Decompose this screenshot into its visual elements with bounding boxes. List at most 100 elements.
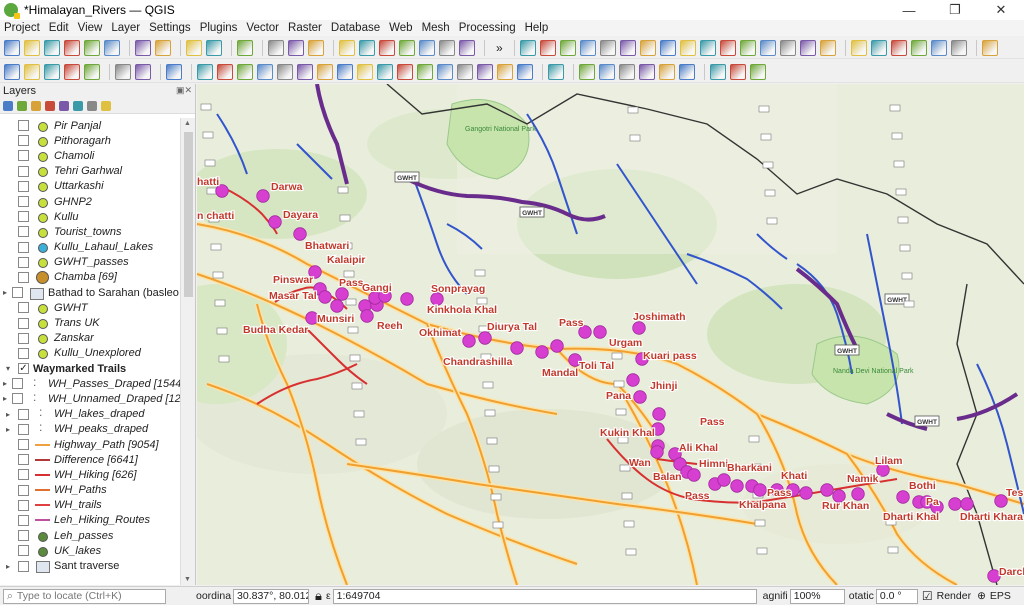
zoom-last-icon[interactable]	[679, 39, 696, 56]
collapse-all-icon[interactable]	[87, 100, 97, 111]
expand-arrow-icon[interactable]: ▸	[3, 562, 13, 571]
layer-visibility-checkbox[interactable]	[18, 271, 29, 283]
new-map-view-icon[interactable]	[719, 39, 736, 56]
table-icon[interactable]	[84, 63, 100, 80]
place-pin-marker[interactable]	[960, 497, 974, 511]
expand-arrow-icon[interactable]: ▸	[3, 288, 7, 297]
layer-visibility-checkbox[interactable]	[18, 499, 29, 511]
place-pin-marker[interactable]	[293, 227, 307, 241]
layer-visibility-checkbox[interactable]	[18, 165, 29, 177]
crs-label[interactable]: EPS	[990, 590, 1011, 602]
layer-row[interactable]: Kullu_Unexplored	[0, 346, 180, 361]
show-label-icon[interactable]	[950, 39, 967, 56]
menu-mesh[interactable]: Mesh	[422, 22, 450, 34]
place-pin-marker[interactable]	[632, 321, 646, 335]
layer-row[interactable]: Chamba [69]	[0, 270, 180, 285]
layer-row[interactable]: ▸ WH_Unnamed_Draped [124	[0, 390, 180, 406]
layer-visibility-checkbox[interactable]	[18, 454, 29, 466]
menu-settings[interactable]: Settings	[149, 22, 191, 34]
place-pin-marker[interactable]	[535, 345, 549, 359]
layer-row[interactable]: Tehri Garhwal	[0, 164, 180, 179]
plugin-1-icon[interactable]	[277, 63, 293, 80]
layer-visibility-checkbox[interactable]	[18, 469, 29, 481]
open-layer-styling-icon[interactable]	[3, 100, 13, 111]
layer-visibility-checkbox[interactable]	[18, 408, 29, 420]
plugin-4-icon[interactable]	[337, 63, 353, 80]
edit-pencil-icon[interactable]	[288, 39, 304, 56]
layer-visibility-checkbox[interactable]	[18, 135, 29, 147]
place-pin-marker[interactable]	[948, 497, 962, 511]
plugin-2-icon[interactable]	[297, 63, 313, 80]
layer-visibility-checkbox[interactable]	[18, 545, 29, 557]
layer-row[interactable]: ▸ WH_Passes_Draped [1544]	[0, 375, 180, 391]
place-pin-marker[interactable]	[335, 287, 349, 301]
layer-visibility-checkbox[interactable]	[18, 302, 29, 314]
lock-scale-icon[interactable]: 🔒︎	[315, 588, 322, 604]
expand-arrow-icon[interactable]: ▸	[3, 379, 7, 388]
place-pin-marker[interactable]	[652, 407, 666, 421]
pan-icon[interactable]	[519, 39, 536, 56]
layer-row[interactable]: UK_lakes	[0, 543, 180, 558]
plugin-11-icon[interactable]	[477, 63, 493, 80]
menu-vector[interactable]: Vector	[246, 22, 279, 34]
filter-icon[interactable]	[710, 63, 726, 80]
layer-tree-scrollbar[interactable]: ▲ ▼	[180, 118, 195, 585]
copy-style-icon[interactable]	[579, 63, 595, 80]
menu-plugins[interactable]: Plugins	[200, 22, 238, 34]
globe-icon[interactable]: ⊕	[977, 590, 986, 602]
place-pin-marker[interactable]	[462, 334, 476, 348]
osm-icon[interactable]	[237, 63, 253, 80]
menu-web[interactable]: Web	[389, 22, 412, 34]
menu-processing[interactable]: Processing	[459, 22, 516, 34]
map-drawing[interactable]: GWHTGWHTGWHTGWHTGWHThatti Darwan chatti Da…	[197, 84, 1024, 585]
save-project-icon[interactable]	[44, 39, 60, 56]
highlight-label-icon[interactable]	[890, 39, 907, 56]
place-pin-marker[interactable]	[799, 486, 813, 500]
place-pin-marker[interactable]	[478, 331, 492, 345]
close-button[interactable]: ✕	[978, 0, 1024, 20]
plugin-13-icon[interactable]	[517, 63, 533, 80]
place-pin-marker[interactable]	[820, 483, 834, 497]
new-3d-view-icon[interactable]	[739, 39, 756, 56]
layer-row[interactable]: Pithoragarh	[0, 133, 180, 148]
layer-visibility-checkbox[interactable]: ✓	[18, 363, 29, 375]
zoom-to-icon[interactable]	[619, 63, 635, 80]
toolbar-overflow-icon[interactable]: »	[496, 41, 503, 55]
plugin-7-icon[interactable]	[397, 63, 413, 80]
layers-icon[interactable]	[217, 63, 233, 80]
place-pin-marker[interactable]	[256, 189, 270, 203]
layer-visibility-checkbox[interactable]	[18, 530, 29, 542]
place-pin-marker[interactable]	[896, 490, 910, 504]
expand-arrow-icon[interactable]: ▸	[3, 425, 13, 434]
bookmark-icon[interactable]	[759, 39, 776, 56]
measure-icon[interactable]	[4, 63, 20, 80]
menu-view[interactable]: View	[78, 22, 103, 34]
paste-icon[interactable]	[419, 39, 435, 56]
place-pin-marker[interactable]	[593, 325, 607, 339]
vector-tool-icon[interactable]	[730, 63, 746, 80]
map-canvas[interactable]: GWHT GWHT GWHT GWHT GWHT hatti Darwa n chatti Da…	[197, 84, 1024, 585]
layer-visibility-checkbox[interactable]	[18, 211, 29, 223]
plugin-9-icon[interactable]	[437, 63, 453, 80]
place-pin-marker[interactable]	[360, 309, 374, 323]
layer-visibility-checkbox[interactable]	[18, 180, 29, 192]
zoom-layer-icon[interactable]	[639, 39, 656, 56]
undo-icon[interactable]	[439, 39, 455, 56]
layer-visibility-checkbox[interactable]	[18, 150, 29, 162]
identify-icon[interactable]	[166, 63, 182, 80]
layer-row[interactable]: Kullu_Lahaul_Lakes	[0, 240, 180, 255]
layer-visibility-checkbox[interactable]	[12, 378, 24, 390]
place-pin-marker[interactable]	[717, 473, 731, 487]
layer-row[interactable]: WH_trails	[0, 498, 180, 513]
layer-row[interactable]: Pir Panjal	[0, 118, 180, 133]
layer-visibility-checkbox[interactable]	[18, 332, 29, 344]
ruler-icon[interactable]	[115, 63, 131, 80]
menu-project[interactable]: Project	[4, 22, 40, 34]
manage-map-themes-icon[interactable]	[31, 100, 41, 111]
add-group-icon[interactable]	[17, 100, 27, 111]
layer-row[interactable]: GWHT_passes	[0, 255, 180, 270]
menu-edit[interactable]: Edit	[49, 22, 69, 34]
zoom-out-icon[interactable]	[579, 39, 596, 56]
scroll-up-arrow-icon[interactable]: ▲	[184, 120, 191, 127]
layer-visibility-checkbox[interactable]	[18, 256, 29, 268]
